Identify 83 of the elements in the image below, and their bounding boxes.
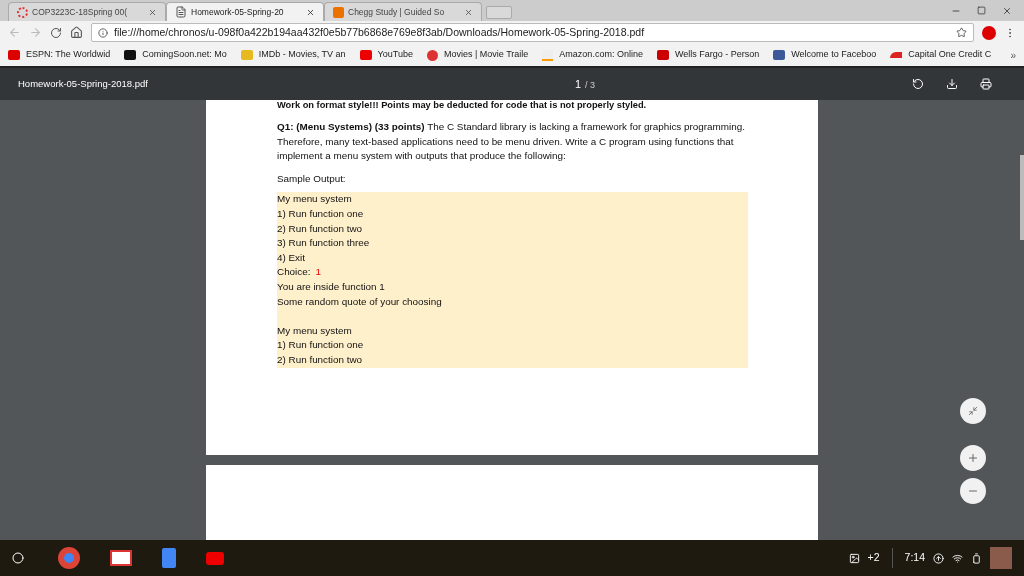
zoom-in-button[interactable] xyxy=(960,445,986,471)
bookmark-label: YouTube xyxy=(377,48,413,62)
output-line: 2) Run function two xyxy=(277,221,364,236)
bookmark-icon xyxy=(124,50,137,60)
bookmark-icon xyxy=(773,50,786,60)
zoom-out-button[interactable] xyxy=(960,478,986,504)
page-total: / 3 xyxy=(585,78,596,92)
output-line: Choice: 1 xyxy=(277,265,322,280)
more-bookmarks-button[interactable]: » xyxy=(1010,47,1016,63)
play-icon xyxy=(359,50,372,60)
close-icon[interactable] xyxy=(464,7,473,17)
bookmark-link[interactable]: Welcome to Faceboo xyxy=(773,48,877,62)
file-name: Homework-05-Spring-2018.pdf xyxy=(18,76,149,91)
upload-icon xyxy=(933,552,944,564)
page-number[interactable]: 1 xyxy=(574,75,582,93)
bookmark-link[interactable]: YouTube xyxy=(359,48,413,62)
restore-icon[interactable] xyxy=(977,6,986,15)
bookmark-link[interactable]: ESPN: The Worldwid xyxy=(8,48,111,62)
bookmark-label: Capital One Credit C xyxy=(908,48,992,62)
home-icon[interactable] xyxy=(70,26,83,39)
close-icon[interactable] xyxy=(306,7,315,17)
plus-icon xyxy=(967,452,979,464)
bookmark-link[interactable]: Amazon.com: Online xyxy=(542,48,643,62)
output-line: My menu system xyxy=(277,192,353,207)
download-icon[interactable] xyxy=(946,78,958,90)
browser-tab[interactable]: COP3223C-18Spring 00( xyxy=(8,2,166,21)
bookmark-label: Amazon.com: Online xyxy=(559,48,643,62)
browser-tab[interactable]: Chegg Study | Guided So xyxy=(324,2,482,21)
close-icon[interactable] xyxy=(148,7,157,17)
chrome-icon[interactable] xyxy=(58,547,80,569)
bookmark-icon xyxy=(656,50,669,60)
bookmark-link[interactable]: Capital One Credit C xyxy=(890,48,992,62)
bookmark-link[interactable]: ComingSoon.net: Mo xyxy=(124,48,227,62)
output-line: 1) Run function one xyxy=(277,206,365,221)
launcher-icon[interactable] xyxy=(12,552,24,564)
output-line: You are inside function 1 xyxy=(277,279,386,294)
battery-icon xyxy=(971,552,982,564)
print-icon[interactable] xyxy=(980,78,992,90)
tab-title: Homework-05-Spring-20 xyxy=(191,5,285,19)
bookmark-label: IMDb - Movies, TV an xyxy=(258,48,346,62)
scrollbar-thumb[interactable] xyxy=(1020,155,1024,240)
tab-title: COP3223C-18Spring 00( xyxy=(32,5,128,19)
address-field[interactable]: file:///home/chronos/u-098f0a422b194aa432f0e5b77b6868e769e8f3ab/Downloads/Homework-05-Spring-2018.pdf xyxy=(91,23,974,42)
bookmark-label: Wells Fargo - Person xyxy=(674,48,760,62)
url-text: file:///home/chronos/u-098f0a422b194aa432f0e5b77b6868e769e8f3ab/Downloads/Homework-05-Spring-2018.pdf xyxy=(114,24,646,40)
bookmark-link[interactable]: IMDb - Movies, TV an xyxy=(240,48,346,62)
output-line: Some random quote of your choosing xyxy=(277,294,443,309)
bookmark-label: ESPN: The Worldwid xyxy=(26,48,111,62)
output-line: 2) Run function two xyxy=(277,352,364,367)
notification-count[interactable]: +2 xyxy=(867,550,880,566)
bookmark-link[interactable]: Wells Fargo - Person xyxy=(656,48,760,62)
rotate-icon[interactable] xyxy=(912,78,924,90)
star-icon[interactable] xyxy=(956,27,967,38)
output-line: 3) Run function three xyxy=(277,236,371,251)
info-icon xyxy=(98,27,108,38)
wifi-icon xyxy=(952,552,963,564)
page-icon xyxy=(175,6,187,18)
spinner-icon xyxy=(17,6,28,18)
output-line: 1) Run function one xyxy=(277,338,365,353)
tomato-icon xyxy=(427,49,438,61)
mail-icon[interactable] xyxy=(110,550,132,566)
bookmark-label: ComingSoon.net: Mo xyxy=(142,48,227,62)
close-icon[interactable] xyxy=(1002,5,1012,16)
bookmark-icon xyxy=(8,50,20,60)
output-line: My menu system xyxy=(277,323,353,338)
cut-heading: Work on format style!!! Points may be deducted for code that is not properly styled. xyxy=(277,100,648,111)
bookmark-icon xyxy=(240,50,253,60)
fit-page-button[interactable] xyxy=(960,398,986,424)
image-icon[interactable] xyxy=(848,552,860,564)
question-text: Q1: (Menu Systems) (33 points) The C Standard library is lacking a framework for graphics programming. Therefore, many text-based applications need to be menu driven. Write a C program using functions that implement a menu system with outputs that produce the following: xyxy=(277,120,746,164)
amazon-icon xyxy=(542,49,554,61)
tab-title: Chegg Study | Guided So xyxy=(348,5,446,19)
bookmark-label: Movies | Movie Traile xyxy=(444,48,529,62)
play-icon[interactable] xyxy=(206,551,224,565)
sample-label: Sample Output: xyxy=(277,171,347,186)
fit-icon xyxy=(968,406,978,416)
clock[interactable]: 7:14 xyxy=(904,550,925,566)
bookmark-label: Welcome to Faceboo xyxy=(791,48,877,62)
output-line: 4) Exit xyxy=(277,250,306,265)
browser-tab[interactable]: Homework-05-Spring-20 xyxy=(166,2,324,21)
reload-icon[interactable] xyxy=(50,26,62,39)
bookmark-link[interactable]: Movies | Movie Traile xyxy=(427,48,529,62)
chegg-icon xyxy=(333,6,344,18)
